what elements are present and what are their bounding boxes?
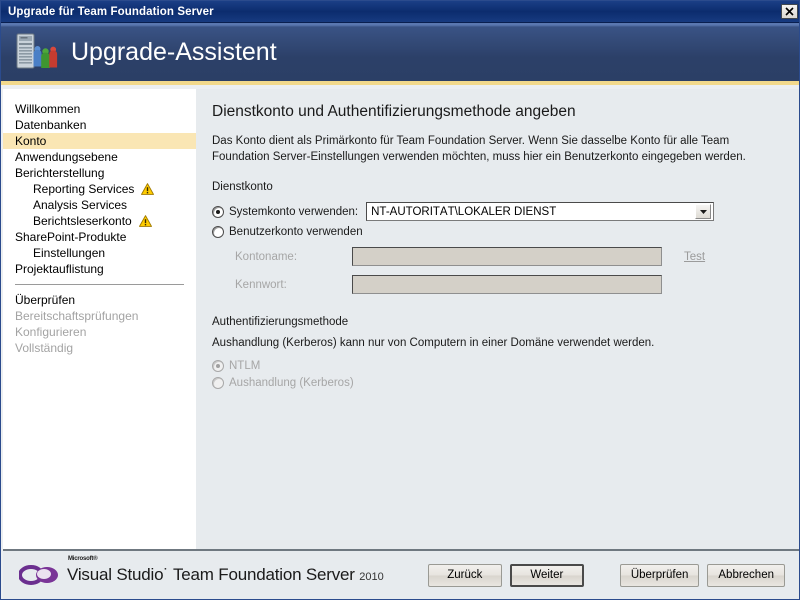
sidebar-item-reporting-services[interactable]: Reporting Services (3, 181, 196, 197)
page-title: Upgrade-Assistent (71, 37, 277, 66)
sidebar-item-datenbanken[interactable]: Datenbanken (3, 117, 196, 133)
sidebar-item-label: Konto (15, 134, 47, 148)
wizard-steps-sidebar: Willkommen Datenbanken Konto Anwendungseben… (3, 89, 196, 549)
ntlm-radio-label: NTLM (229, 360, 261, 372)
user-account-radio[interactable] (212, 226, 224, 238)
system-account-value: NT-AUTORITÄT\LOKALER DIENST (371, 205, 557, 218)
sidebar-item-berichterstellung[interactable]: Berichterstellung (3, 165, 196, 181)
infinity-logo-icon (19, 565, 58, 585)
warning-icon (141, 183, 155, 195)
ntlm-radio (212, 360, 224, 372)
sidebar-item-label: Analysis Services (33, 198, 128, 212)
sidebar-divider (15, 284, 184, 285)
sidebar-item-konto[interactable]: Konto (3, 133, 196, 149)
visual-studio-logo: Microsoft® Visual Studio˙ Team Foundatio… (19, 556, 384, 586)
product-wordmark: Visual Studio˙ Team Foundation Server (67, 565, 355, 584)
warning-icon (141, 183, 155, 195)
account-name-row: Kontoname: Test (212, 247, 781, 266)
close-icon[interactable] (781, 4, 798, 19)
system-account-row: Systemkonto verwenden: NT-AUTORITÄT\LOKA… (212, 202, 781, 221)
account-name-label: Kontoname: (235, 250, 298, 263)
sidebar-item-label: Einstellungen (33, 246, 106, 260)
auth-method-section-label: Authentifizierungsmethode (212, 316, 349, 328)
sidebar-item-konfigurieren: Konfigurieren (3, 324, 196, 340)
ntlm-row: NTLM (212, 360, 781, 372)
auth-method-note: Aushandlung (Kerberos) kann nur von Comp… (212, 337, 655, 349)
sidebar-item-willkommen[interactable]: Willkommen (3, 101, 196, 117)
verify-button[interactable]: Überprüfen (619, 563, 700, 587)
nav-group-secondary: Überprüfen Bereitschaftsprüfungen Konfigur… (3, 292, 196, 356)
sidebar-item-projektauflistung[interactable]: Projektauflistung (3, 261, 196, 277)
system-account-radio-label[interactable]: Systemkonto verwenden: (229, 206, 358, 218)
sidebar-item-label: Berichtsleserkonto (33, 214, 132, 228)
password-row: Kennwort: (212, 275, 781, 294)
sidebar-item-label: SharePoint-Produkte (15, 230, 127, 244)
sidebar-item-berichtsleserkonto[interactable]: Berichtsleserkonto (3, 213, 196, 229)
account-name-input[interactable] (352, 247, 662, 266)
next-button[interactable]: Weiter (509, 563, 584, 587)
password-label: Kennwort: (235, 278, 287, 291)
sidebar-item-label: Konfigurieren (15, 325, 87, 339)
password-input[interactable] (352, 275, 662, 294)
sidebar-item-anwendungsebene[interactable]: Anwendungsebene (3, 149, 196, 165)
sidebar-item-label: Vollständig (15, 341, 74, 355)
footer-buttons: Zurück Weiter Überprüfen Abbrechen (420, 563, 785, 587)
footer-bar: Microsoft® Visual Studio˙ Team Foundatio… (3, 551, 799, 599)
warning-icon (138, 215, 152, 227)
sidebar-item-einstellungen[interactable]: Einstellungen (3, 245, 196, 261)
nav-group-primary: Willkommen Datenbanken Konto Anwendungseben… (3, 101, 196, 277)
sidebar-item-label: Projektauflistung (15, 262, 104, 276)
test-link[interactable]: Test (684, 251, 705, 263)
kerberos-row: Aushandlung (Kerberos) (212, 377, 781, 389)
sidebar-item-sharepoint-produkte[interactable]: SharePoint-Produkte (3, 229, 196, 245)
sidebar-item-label: Überprüfen (15, 293, 76, 307)
sidebar-item-label: Anwendungsebene (15, 150, 118, 164)
service-account-section-label: Dienstkonto (212, 181, 273, 193)
titlebar: Upgrade für Team Foundation Server (1, 1, 799, 23)
server-team-icon (16, 33, 58, 69)
window-title: Upgrade für Team Foundation Server (8, 5, 214, 18)
sidebar-item-vollst-ndig: Vollständig (3, 340, 196, 356)
system-account-dropdown[interactable]: NT-AUTORITÄT\LOKALER DIENST (366, 202, 715, 221)
cancel-button[interactable]: Abbrechen (707, 563, 785, 587)
sidebar-item-label: Berichterstellung (15, 166, 105, 180)
system-account-radio[interactable] (212, 205, 224, 218)
upgrade-wizard-window: Upgrade für Team Foundation Server Upgra… (0, 0, 800, 600)
content-description: Das Konto dient als Primärkonto für Team… (212, 135, 746, 163)
kerberos-radio-label: Aushandlung (Kerberos) (229, 377, 354, 389)
content-panel: Dienstkonto und Authentifizierungsmethod… (196, 89, 799, 549)
sidebar-item-label: Bereitschaftsprüfungen (15, 309, 139, 323)
user-account-radio-label[interactable]: Benutzerkonto verwenden (229, 226, 363, 238)
sidebar-item-label: Reporting Services (33, 182, 135, 196)
sidebar-item-berpr-fen[interactable]: Überprüfen (3, 292, 196, 308)
user-account-row: Benutzerkonto verwenden (212, 226, 781, 238)
sidebar-item-bereitschaftspr-fungen: Bereitschaftsprüfungen (3, 308, 196, 324)
microsoft-wordmark: Microsoft® (68, 556, 98, 562)
sidebar-item-analysis-services[interactable]: Analysis Services (3, 197, 196, 213)
content-heading: Dienstkonto und Authentifizierungsmethod… (212, 103, 576, 120)
header-banner: Upgrade-Assistent (1, 23, 799, 85)
chevron-down-icon[interactable] (695, 204, 712, 219)
warning-icon (138, 215, 152, 227)
sidebar-item-label: Willkommen (15, 102, 81, 116)
back-button[interactable]: Zurück (427, 563, 502, 587)
product-year: 2010 (359, 571, 384, 583)
kerberos-radio (212, 377, 224, 389)
sidebar-item-label: Datenbanken (15, 118, 87, 132)
